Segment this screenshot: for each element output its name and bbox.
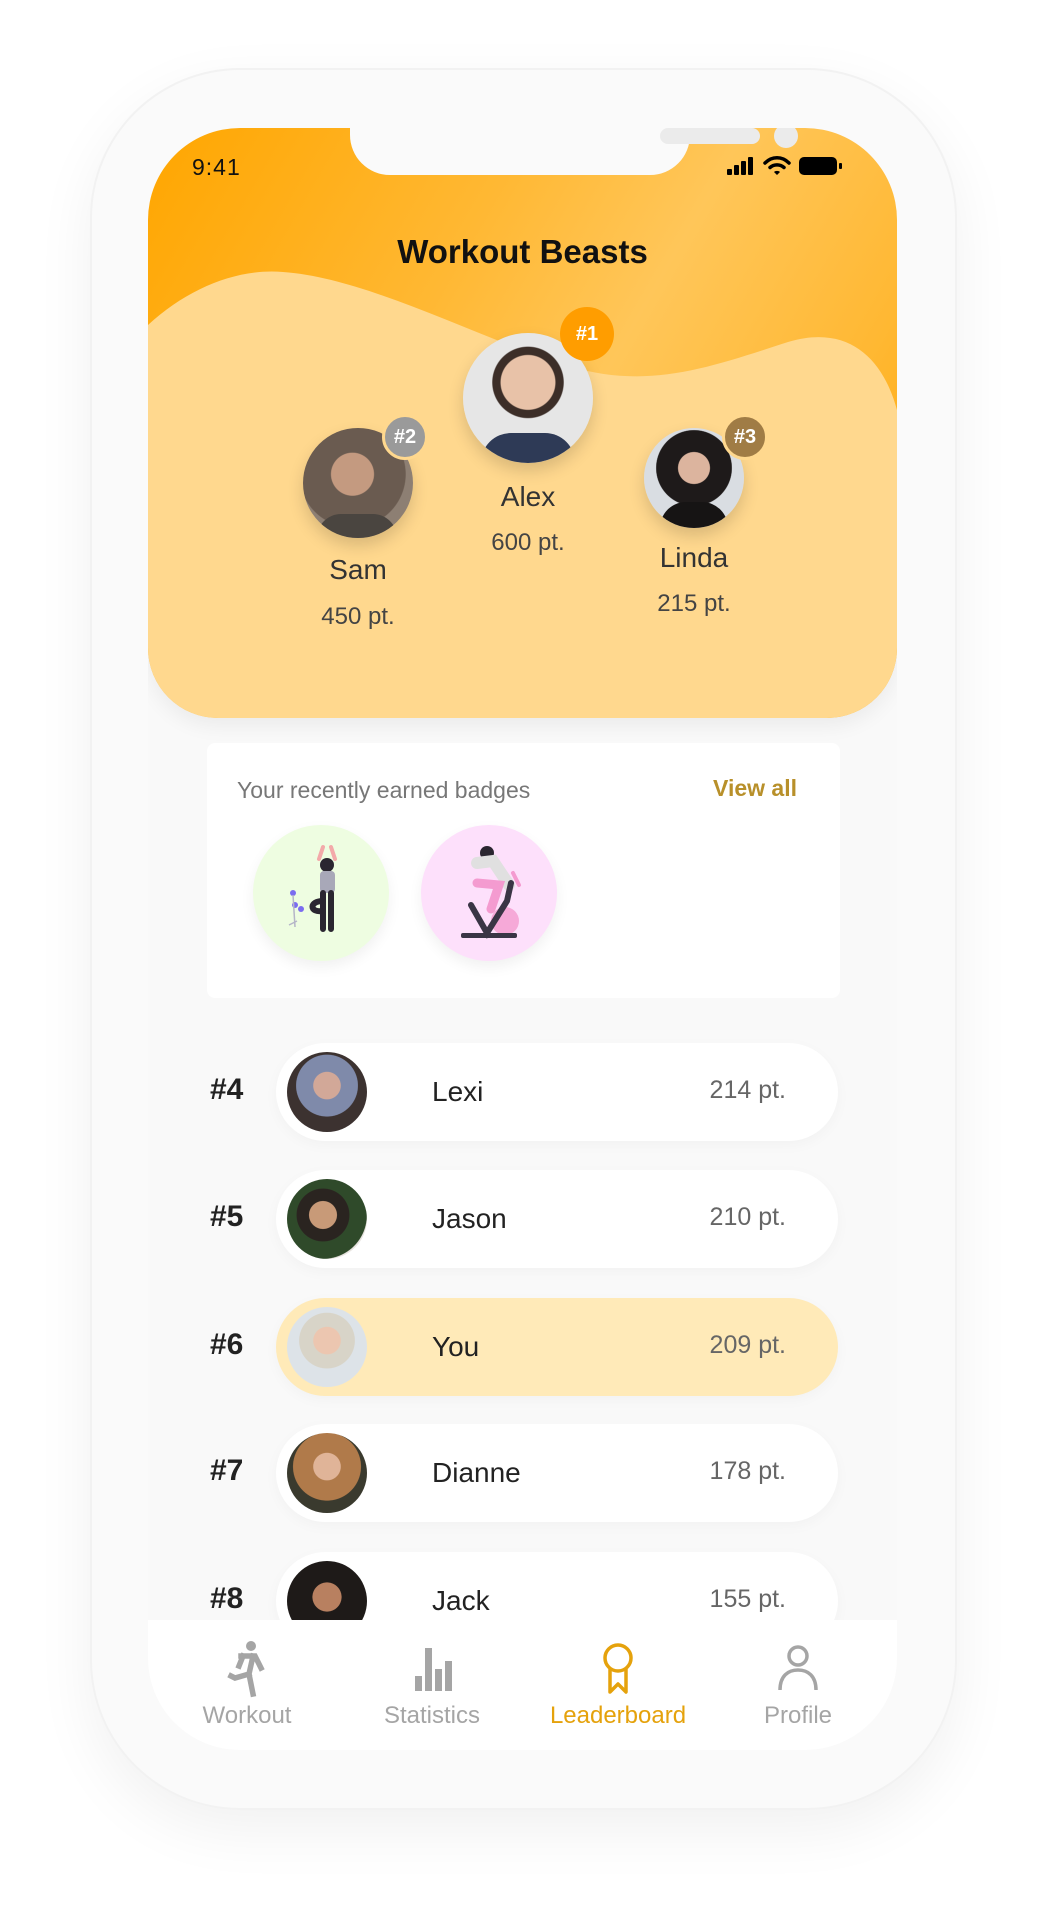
view-all-link[interactable]: View all: [713, 775, 797, 802]
row-name: You: [432, 1331, 480, 1362]
row-points: 214 pt.: [709, 1076, 786, 1104]
tab-label: Statistics: [383, 1702, 481, 1729]
podium-name: Linda: [659, 542, 729, 573]
speaker-grille: [660, 128, 760, 144]
row-name: Jason: [432, 1203, 507, 1234]
bottom-tab-bar: Workout Statistics Leaderboard Profile: [148, 1620, 897, 1750]
recent-badges-card: Your recently earned badges View all: [207, 743, 840, 998]
status-time: 9:41: [192, 154, 241, 180]
signal-icon: [727, 157, 753, 175]
row-rank: #4: [210, 1073, 244, 1106]
rank-badge-1: #1: [560, 307, 614, 361]
leaderboard-row[interactable]: #4 Lexi 214 pt.: [148, 1043, 897, 1141]
podium-points: 450 pt.: [321, 603, 395, 630]
podium-points: 600 pt.: [491, 529, 565, 556]
wifi-icon: [763, 156, 791, 175]
row-pill: Dianne 178 pt.: [276, 1424, 838, 1522]
row-name: Lexi: [432, 1076, 484, 1107]
avatar: [287, 1179, 367, 1259]
leaderboard-row[interactable]: #5 Jason 210 pt.: [148, 1170, 897, 1268]
row-rank: #8: [210, 1582, 244, 1615]
badges-heading: Your recently earned badges: [237, 777, 531, 803]
row-rank: #5: [210, 1200, 244, 1233]
row-points: 178 pt.: [709, 1457, 786, 1485]
page-title: Workout Beasts: [397, 233, 648, 270]
status-icons: [727, 156, 843, 176]
user-icon: [778, 1645, 818, 1691]
rank-badge-3: #3: [722, 414, 768, 460]
avatar: [287, 1052, 367, 1132]
rank-badge-2: #2: [382, 414, 428, 460]
podium-name: Sam: [329, 554, 387, 585]
row-points: 209 pt.: [709, 1331, 786, 1359]
tab-statistics[interactable]: Statistics: [342, 1620, 522, 1750]
cycling-icon: [461, 846, 521, 939]
battery-icon: [799, 157, 842, 175]
bar-chart-icon: [415, 1648, 452, 1691]
row-pill: Lexi 214 pt.: [276, 1043, 838, 1141]
running-icon: [227, 1641, 265, 1698]
tab-leaderboard[interactable]: Leaderboard: [528, 1620, 708, 1750]
device-notch: [350, 128, 798, 175]
award-ribbon-icon: [603, 1643, 633, 1694]
avatar: [287, 1307, 367, 1387]
row-name: Dianne: [432, 1457, 521, 1488]
tab-label: Leaderboard: [549, 1702, 687, 1729]
app-screen: 9:41 Workout Beasts #1 Alex 600 pt. #2 S…: [148, 128, 897, 1750]
cycling-badge[interactable]: [421, 825, 557, 961]
row-rank: #7: [210, 1454, 244, 1487]
tab-label: Workout: [202, 1702, 292, 1729]
yoga-badge[interactable]: [253, 825, 389, 961]
leaderboard-row-current-user[interactable]: #6 You 209 pt.: [148, 1298, 897, 1396]
row-rank: #6: [210, 1328, 244, 1361]
row-name: Jack: [432, 1585, 490, 1616]
tab-label: Profile: [763, 1702, 833, 1729]
row-points: 210 pt.: [709, 1203, 786, 1231]
avatar: [287, 1433, 367, 1513]
podium-points: 215 pt.: [657, 590, 731, 617]
podium-name: Alex: [500, 481, 556, 512]
leaderboard-header: 9:41 Workout Beasts #1 Alex 600 pt. #2 S…: [148, 128, 897, 718]
row-pill: Jason 210 pt.: [276, 1170, 838, 1268]
yoga-icon: [288, 845, 337, 932]
leaderboard-row[interactable]: #7 Dianne 178 pt.: [148, 1424, 897, 1522]
tab-workout[interactable]: Workout: [157, 1620, 337, 1750]
row-pill-highlighted: You 209 pt.: [276, 1298, 838, 1396]
tab-profile[interactable]: Profile: [708, 1620, 888, 1750]
row-points: 155 pt.: [709, 1585, 786, 1613]
